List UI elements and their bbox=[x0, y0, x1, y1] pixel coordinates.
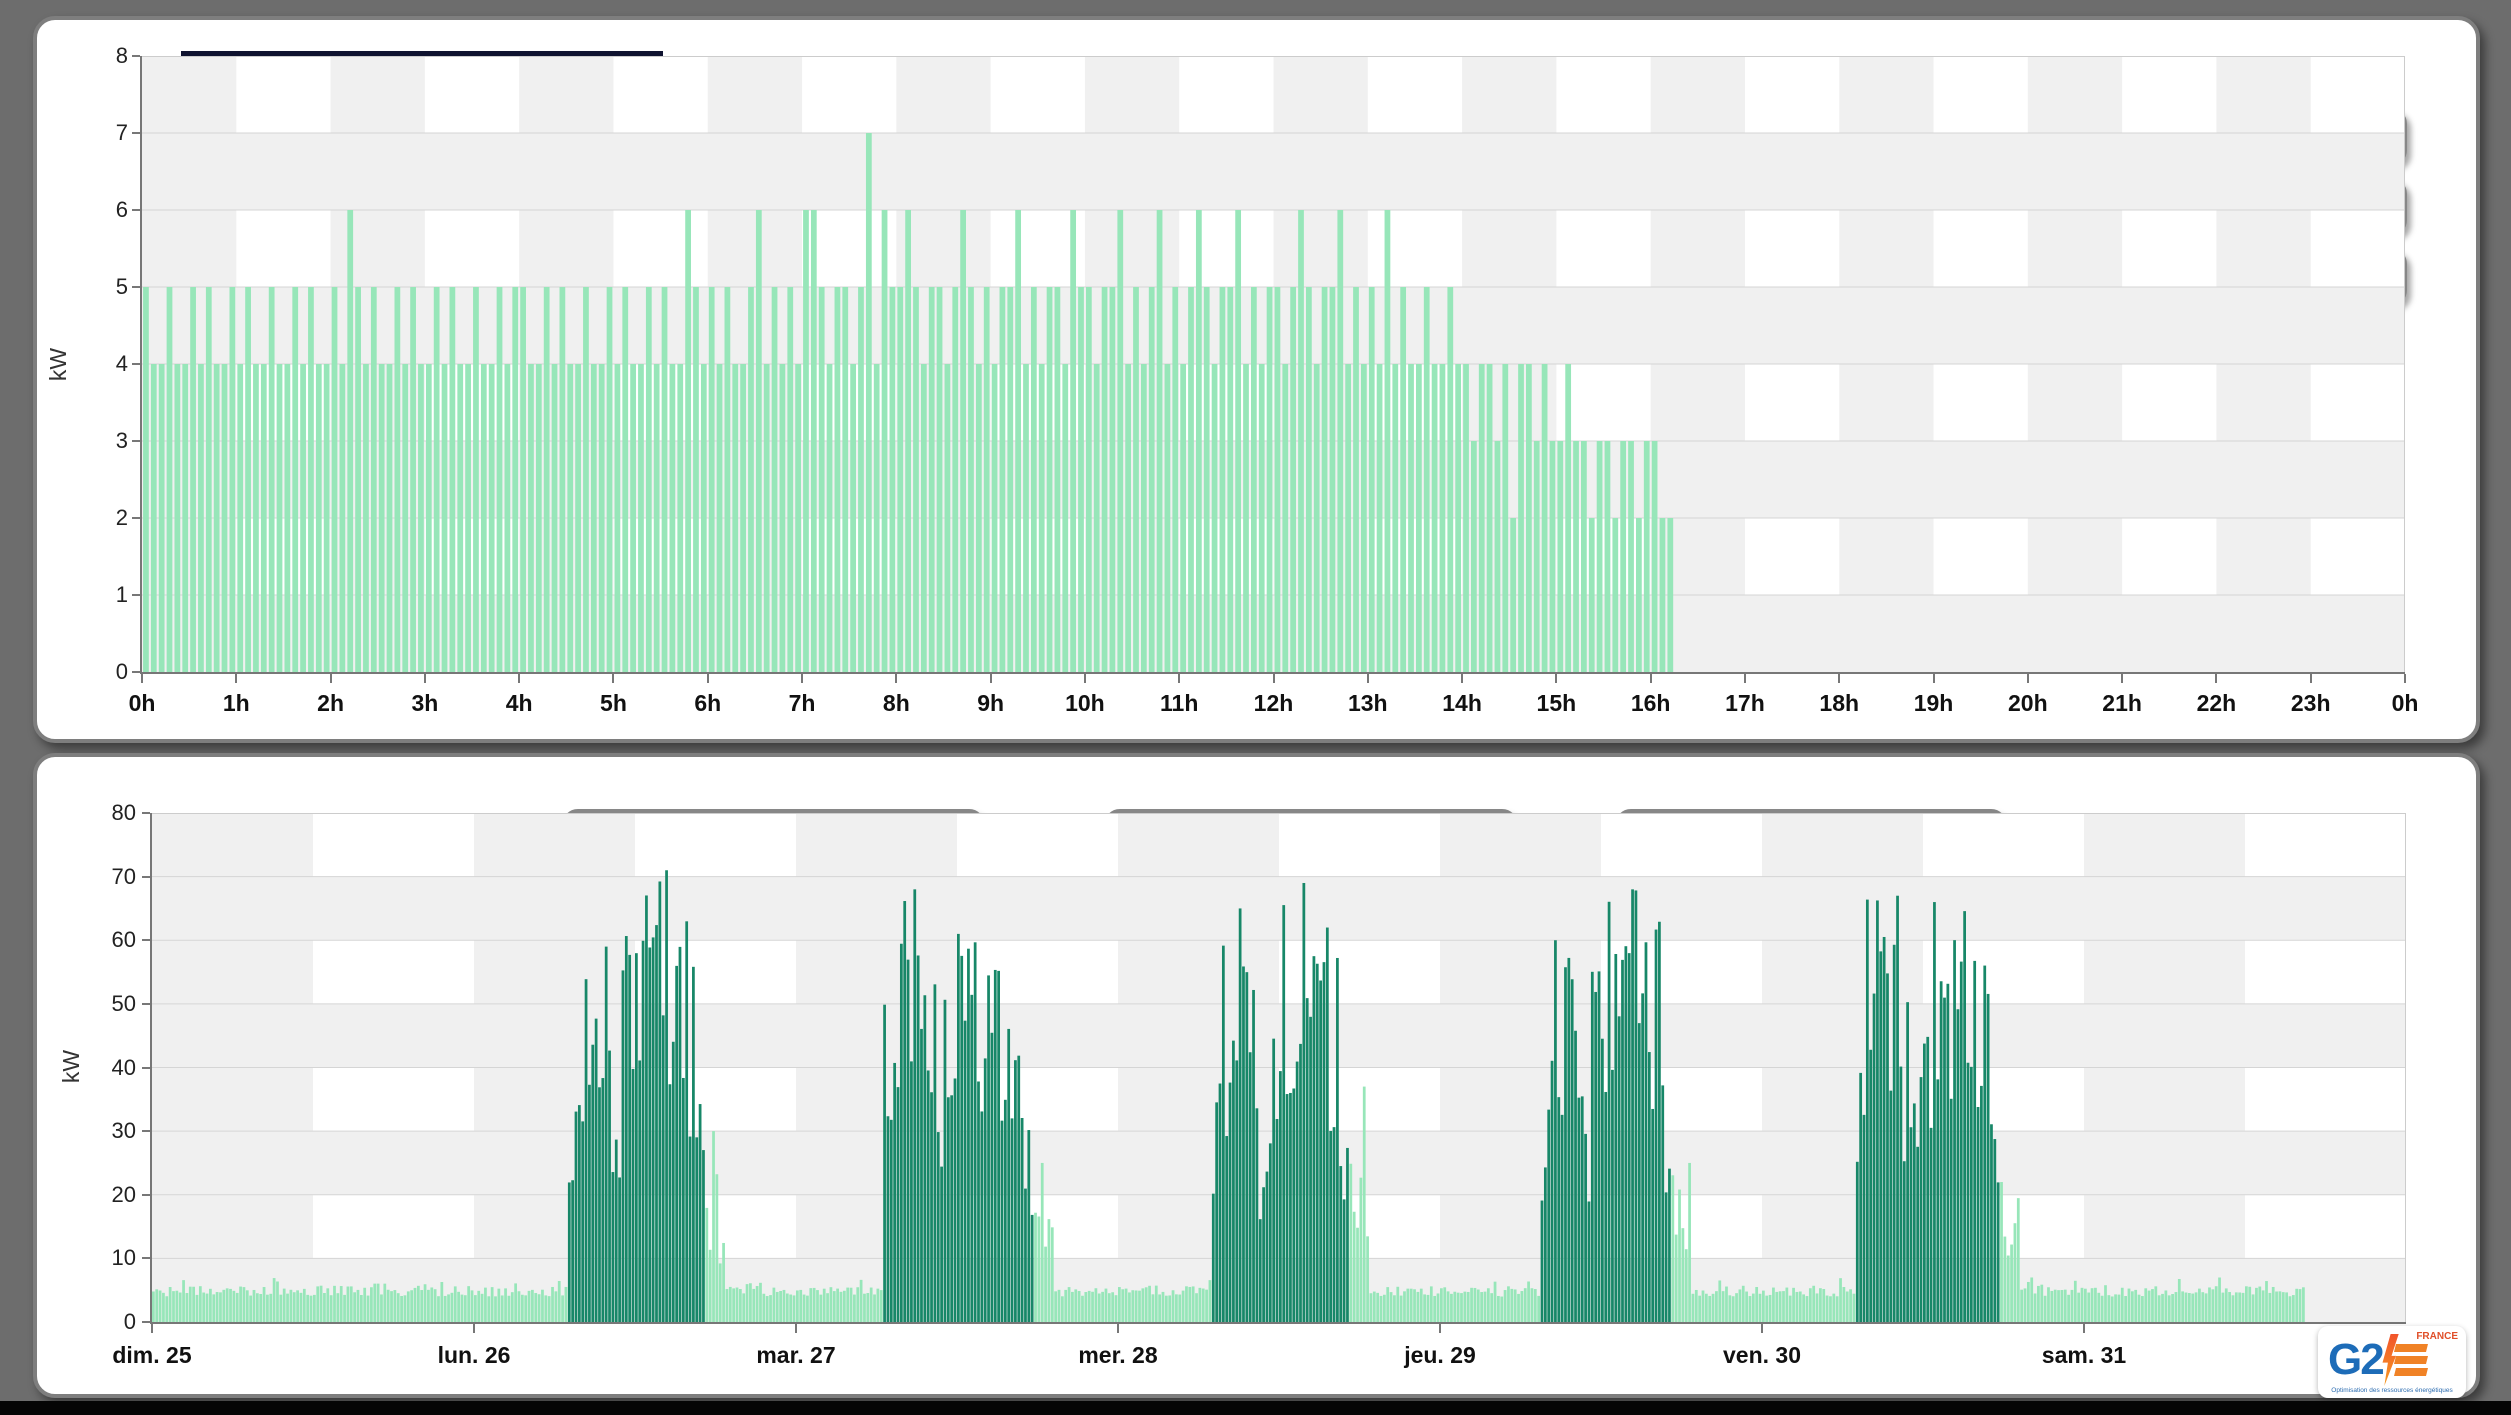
g2e-text: G2 bbox=[2328, 1335, 2385, 1384]
bottom-y-axis-title: kW bbox=[58, 1049, 85, 1084]
g2e-logo: G2 FRANCE Optimisation des ressources én… bbox=[2318, 1326, 2466, 1398]
dashboard: écoWatt Rte Le réseau de transport d'éle… bbox=[0, 0, 2511, 1415]
weekly-consumption-chart[interactable] bbox=[152, 813, 2406, 1322]
top-y-axis-title: kW bbox=[45, 347, 72, 382]
g2e-tagline: Optimisation des ressources énergétiques bbox=[2331, 1387, 2453, 1394]
daily-consumption-chart[interactable] bbox=[142, 56, 2405, 672]
g2e-e-icon bbox=[2393, 1344, 2428, 1376]
bottom-black-strip bbox=[0, 1401, 2511, 1415]
g2e-logo-row: G2 bbox=[2328, 1334, 2428, 1386]
g2e-france-text: FRANCE bbox=[2416, 1331, 2458, 1342]
